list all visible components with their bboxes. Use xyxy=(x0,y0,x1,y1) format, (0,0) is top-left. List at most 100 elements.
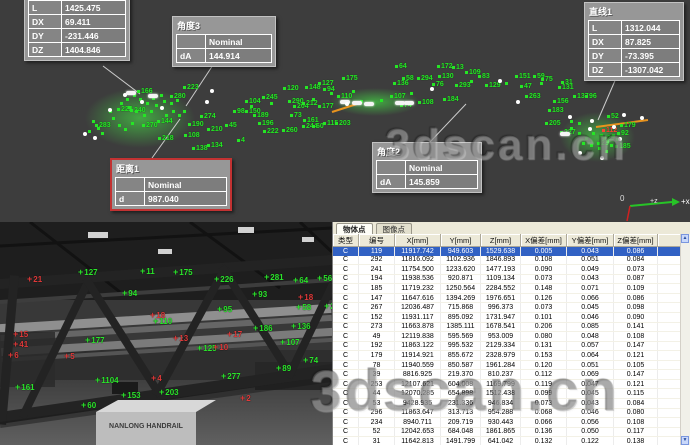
table-row[interactable]: C11911917.742949.6031529.6380.0050.0430.… xyxy=(333,247,681,256)
table-cell: 0.108 xyxy=(614,418,658,427)
table-cell-filler xyxy=(658,275,681,284)
column-header[interactable]: X偏差[mm] xyxy=(521,234,567,247)
table-cell: 0.098 xyxy=(614,303,658,312)
tab-image-points[interactable]: 图像点 xyxy=(376,223,413,234)
table-cell: 0.073 xyxy=(614,265,658,274)
target-dot xyxy=(312,98,315,101)
measurement-box-title: 角度2 xyxy=(376,145,478,160)
table-row[interactable]: C25312107.621604.0081169.7990.1190.0470.… xyxy=(333,380,681,390)
column-header[interactable]: Y[mm] xyxy=(441,234,481,247)
table-cell: C xyxy=(333,284,359,293)
vertical-scrollbar[interactable]: ▲ ▼ xyxy=(680,234,690,445)
measure-point xyxy=(578,120,582,127)
table-row[interactable]: C2348940.711209.719930.4430.0660.0560.10… xyxy=(333,418,681,428)
table-cell-filler xyxy=(658,428,681,437)
table-row[interactable]: C17911914.921855.6722328.9790.1530.0640.… xyxy=(333,351,681,361)
table-row[interactable]: C19411938.536920.8711109.1340.0730.0430.… xyxy=(333,275,681,285)
measure-point xyxy=(470,78,474,85)
table-cell: 0.147 xyxy=(614,370,658,379)
axis-triad: 0 +x +z xyxy=(620,194,690,221)
table-cell: 0.050 xyxy=(567,428,614,437)
measurement-row-value: 87.825 xyxy=(622,35,680,49)
target-dot xyxy=(443,98,446,101)
table-cell: 0.068 xyxy=(521,409,567,418)
photo-marker-label: 203 xyxy=(159,388,179,397)
measurement-box-cut[interactable]: L1425.475DX69.411DY-231.446DZ1404.846 xyxy=(24,0,130,61)
measurement-box-line1[interactable]: 直线1L1312.044DX87.825DY-73.395DZ-1307.042 xyxy=(584,2,684,81)
measurement-box-angle3[interactable]: 角度3NominaldA144.914 xyxy=(172,16,276,67)
column-header[interactable]: 编号 xyxy=(359,234,395,247)
target-dot-white xyxy=(578,151,582,155)
table-row[interactable]: C27311663.8781385.1111678.5410.2060.0850… xyxy=(333,323,681,333)
table-row[interactable]: C4912119.838595.569953.0090.0800.0480.10… xyxy=(333,332,681,342)
table-cell: 12070.285 xyxy=(395,389,441,398)
table-row[interactable]: C3111642.8131491.799641.0420.1320.1220.1… xyxy=(333,437,681,445)
table-row[interactable]: C29611863.647313.713954.2880.0680.0460.0… xyxy=(333,409,681,419)
target-dot xyxy=(245,100,248,103)
table-cell: 684.048 xyxy=(441,428,481,437)
target-dot xyxy=(582,142,585,145)
table-row[interactable]: C29211816.0921102.9361846.8930.1080.0510… xyxy=(333,256,681,266)
points-table-panel[interactable]: 物体点图像点 类型编号X[mm]Y[mm]Z[mm]X偏差[mm]Y偏差[mm]… xyxy=(332,222,690,445)
column-header[interactable]: Z[mm] xyxy=(481,234,521,247)
scroll-up-arrow[interactable]: ▲ xyxy=(681,234,689,243)
measure-point xyxy=(92,118,96,125)
column-header[interactable]: Y偏差[mm] xyxy=(567,234,614,247)
measurement-header-blank xyxy=(177,35,206,49)
table-row[interactable]: C18511719.2321250.5642284.5520.1480.0710… xyxy=(333,284,681,294)
tab-object-points[interactable]: 物体点 xyxy=(336,223,373,234)
table-cell: 641.042 xyxy=(481,437,521,445)
photo-marker-label: 186 xyxy=(253,324,273,333)
target-dot xyxy=(612,134,615,137)
measurement-values-table: Nominald987.040 xyxy=(115,177,227,206)
target-dot xyxy=(253,114,256,117)
measure-point xyxy=(364,101,375,108)
table-row[interactable]: C539428.935231.336946.8340.0730.0430.084 xyxy=(333,399,681,409)
table-row[interactable]: C398816.925219.370810.2370.1120.0690.147 xyxy=(333,370,681,380)
photo-marker-label: 18 xyxy=(298,293,313,302)
table-cell: 11938.536 xyxy=(395,275,441,284)
photo-marker-label: 153 xyxy=(121,391,141,400)
target-dot xyxy=(323,122,326,125)
column-header[interactable]: X[mm] xyxy=(395,234,441,247)
measurement-row-key: DX xyxy=(29,15,62,29)
table-cell: 53 xyxy=(359,399,395,408)
photo-marker-label: 93 xyxy=(252,290,267,299)
table-row[interactable]: C7811940.559850.5871961.2840.1200.0510.1… xyxy=(333,361,681,371)
measure-point xyxy=(352,100,363,107)
measurement-box-dist1[interactable]: 距离1Nominald987.040 xyxy=(110,158,232,211)
measure-point-label: 98 xyxy=(233,108,245,115)
table-row[interactable]: C4412070.285654.8981512.4380.0990.0450.1… xyxy=(333,389,681,399)
measure-point xyxy=(250,103,254,110)
target-dot-white xyxy=(516,100,520,104)
table-body[interactable]: C11911917.742949.6031529.6380.0050.0430.… xyxy=(333,247,681,445)
table-cell: C xyxy=(333,275,359,284)
target-dot xyxy=(312,125,315,128)
table-row[interactable]: C26712036.487715.868996.3730.0730.0450.0… xyxy=(333,303,681,313)
measure-point xyxy=(160,92,164,99)
3d-viewport[interactable]: 0 +x +z 16622328014419027421021813813427… xyxy=(0,0,690,222)
table-cell: 11816.092 xyxy=(395,256,441,265)
target-dot xyxy=(302,102,305,105)
table-cell: 0.105 xyxy=(614,361,658,370)
scroll-down-arrow[interactable]: ▼ xyxy=(681,436,689,445)
table-cell: 0.087 xyxy=(614,275,658,284)
target-dot xyxy=(137,90,140,93)
table-row[interactable]: C24111754.5001233.6201477.1930.0900.0490… xyxy=(333,265,681,275)
table-row[interactable]: C15211931.117895.0921731.9470.1010.0460.… xyxy=(333,313,681,323)
column-header[interactable]: 类型 xyxy=(333,234,359,247)
target-dot-white xyxy=(590,119,594,123)
target-dot xyxy=(525,95,528,98)
measurement-values-table: L1312.044DX87.825DY-73.395DZ-1307.042 xyxy=(588,20,680,77)
table-row[interactable]: C5212042.653684.0481861.8650.1360.0500.1… xyxy=(333,428,681,438)
measure-point xyxy=(140,99,145,106)
table-cell: 11754.500 xyxy=(395,265,441,274)
photo-panel[interactable]: NANLONG HANDRAIL 12711175226281645693949… xyxy=(0,222,332,445)
table-row[interactable]: C14711647.6161394.2691976.6510.1260.0660… xyxy=(333,294,681,304)
target-dot xyxy=(465,71,468,74)
table-row[interactable]: C19211863.122995.5322129.3340.1310.0570.… xyxy=(333,342,681,352)
measurement-row-value: 69.411 xyxy=(62,15,126,29)
table-cell: 946.834 xyxy=(481,399,521,408)
column-header[interactable]: Z偏差[mm] xyxy=(614,234,658,247)
measurement-box-angle2[interactable]: 角度2NominaldA145.859 xyxy=(372,142,482,193)
